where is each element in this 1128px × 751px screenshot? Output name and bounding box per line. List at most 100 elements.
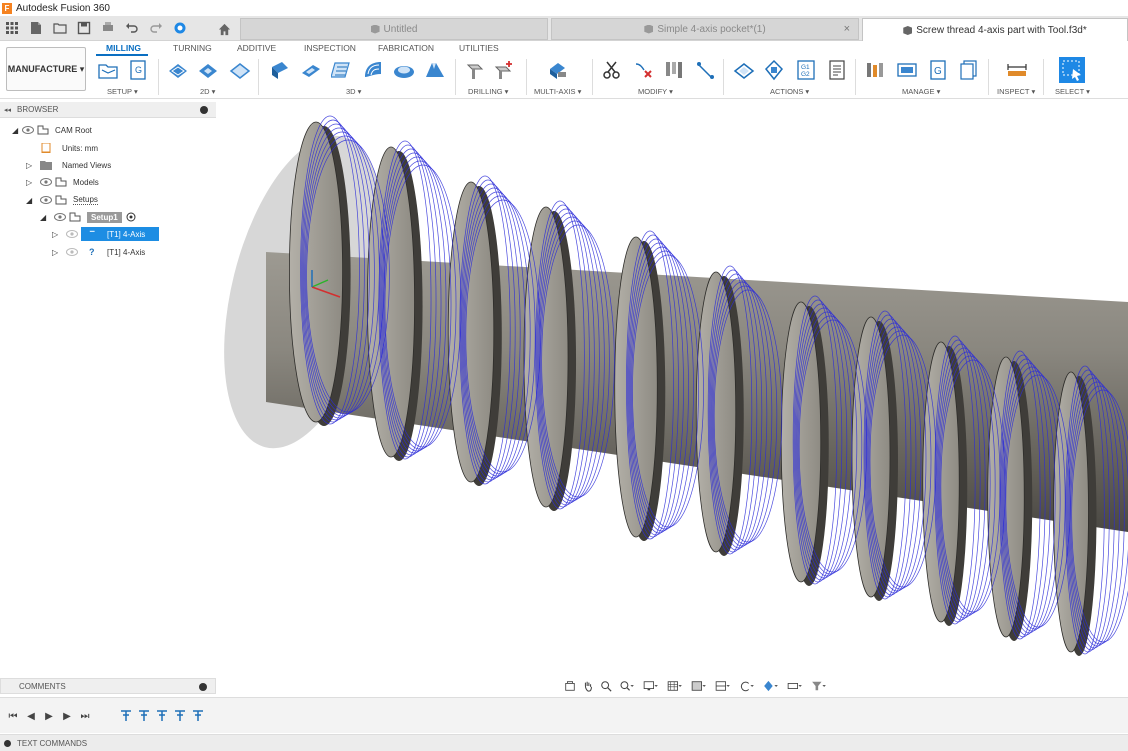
tab-additive[interactable]: ADDITIVE — [237, 43, 276, 53]
save-icon[interactable] — [72, 16, 96, 40]
tree-item-cam-root[interactable]: ◢ CAM Root — [12, 123, 92, 137]
redo-icon[interactable] — [144, 16, 168, 40]
tab-untitled[interactable]: Untitled — [240, 18, 548, 40]
timeline-operation-icon[interactable] — [120, 709, 132, 723]
environment-icon[interactable] — [784, 678, 806, 694]
tool-library-manage-icon[interactable] — [864, 58, 888, 82]
group-label-select[interactable]: SELECT ▾ — [1055, 87, 1090, 96]
orbit-center-icon[interactable] — [562, 678, 578, 694]
expand-triangle-icon[interactable]: ◢ — [26, 196, 36, 205]
tab-screw-thread[interactable]: Screw thread 4-axis part with Tool.f3d* — [862, 18, 1128, 42]
group-label-multi-axis[interactable]: MULTI-AXIS ▾ — [534, 87, 581, 96]
tab-fabrication[interactable]: FABRICATION — [378, 43, 434, 53]
screw-part-with-toolpath[interactable] — [216, 102, 1128, 672]
tree-item-units[interactable]: Units: mm — [40, 141, 98, 155]
comments-pin-icon[interactable] — [199, 683, 207, 691]
2d-adaptive-icon[interactable] — [166, 58, 190, 82]
timeline-operation-icon[interactable] — [138, 709, 150, 723]
setup-sheet-icon[interactable] — [825, 58, 849, 82]
group-label-manage[interactable]: MANAGE ▾ — [902, 87, 940, 96]
post-process-icon[interactable]: G1 G2 — [794, 58, 818, 82]
machine-library-icon[interactable] — [895, 58, 919, 82]
tab-milling[interactable]: MILLING — [106, 43, 141, 53]
visibility-eye-icon[interactable] — [22, 126, 34, 134]
close-tab-icon[interactable]: × — [844, 23, 850, 35]
3d-pocket-icon[interactable] — [299, 58, 323, 82]
new-setup-icon[interactable] — [96, 58, 120, 82]
zoom-window-icon[interactable] — [616, 678, 638, 694]
3d-steep-shallow-icon[interactable] — [423, 58, 447, 82]
refresh-view-icon[interactable] — [736, 678, 758, 694]
tab-turning[interactable]: TURNING — [173, 43, 212, 53]
timeline-operation-icon[interactable] — [156, 709, 168, 723]
visibility-eye-icon[interactable] — [66, 248, 78, 256]
visibility-eye-icon[interactable] — [40, 178, 52, 186]
tab-inspection[interactable]: INSPECTION — [304, 43, 356, 53]
2d-pocket-icon[interactable] — [196, 58, 220, 82]
visual-style-icon[interactable] — [688, 678, 710, 694]
group-label-modify[interactable]: MODIFY ▾ — [638, 87, 673, 96]
zoom-icon[interactable] — [598, 678, 614, 694]
drill-icon[interactable] — [463, 58, 487, 82]
simulate-with-machine-icon[interactable] — [762, 58, 786, 82]
group-label-setup[interactable]: SETUP ▾ — [107, 87, 138, 96]
nc-program-icon[interactable]: G — [126, 58, 150, 82]
group-label-inspect[interactable]: INSPECT ▾ — [997, 87, 1035, 96]
active-setup-target-icon[interactable] — [126, 212, 136, 222]
3d-scallop-icon[interactable] — [361, 58, 385, 82]
timeline-go-end-icon[interactable]: ⏭ — [78, 710, 92, 722]
visibility-eye-icon[interactable] — [66, 230, 78, 238]
text-commands-bar[interactable]: TEXT COMMANDS — [0, 734, 1128, 751]
effects-icon[interactable] — [760, 678, 782, 694]
timeline-play-icon[interactable]: ▶ — [42, 710, 56, 722]
filter-icon[interactable] — [808, 678, 830, 694]
timeline-operation-icon[interactable] — [174, 709, 186, 723]
undo-icon[interactable] — [120, 16, 144, 40]
timeline-step-forward-icon[interactable]: ▶ — [60, 710, 74, 722]
delete-toolpath-icon[interactable] — [632, 58, 656, 82]
group-label-3d[interactable]: 3D ▾ — [346, 87, 361, 96]
simulate-icon[interactable] — [732, 58, 756, 82]
pan-hand-icon[interactable] — [580, 678, 596, 694]
home-icon[interactable] — [212, 19, 236, 39]
3d-adaptive-icon[interactable] — [268, 58, 292, 82]
tree-item-models[interactable]: ▷ Models — [26, 175, 99, 189]
3d-parallel-icon[interactable] — [330, 58, 354, 82]
measure-icon[interactable] — [1005, 58, 1029, 82]
workspace-switcher-button[interactable]: MANUFACTURE ▾ — [6, 47, 86, 91]
group-label-2d[interactable]: 2D ▾ — [200, 87, 215, 96]
text-commands-pin-icon[interactable] — [4, 739, 11, 747]
group-label-drilling[interactable]: DRILLING ▾ — [468, 87, 508, 96]
tool-library-icon[interactable] — [662, 58, 686, 82]
timeline-step-back-icon[interactable]: ◀ — [24, 710, 38, 722]
expand-triangle-icon[interactable]: ◢ — [40, 213, 50, 222]
3d-radial-icon[interactable] — [392, 58, 416, 82]
comments-panel[interactable]: COMMENTS — [0, 678, 216, 694]
viewports-icon[interactable] — [712, 678, 734, 694]
grid-settings-icon[interactable] — [664, 678, 686, 694]
tree-item-setups[interactable]: ◢ Setups — [26, 193, 98, 207]
app-grid-icon[interactable] — [0, 16, 24, 40]
visibility-eye-icon[interactable] — [40, 196, 52, 204]
file-menu-icon[interactable] — [24, 16, 48, 40]
hole-recognition-icon[interactable] — [492, 58, 516, 82]
expand-triangle-icon[interactable]: ◢ — [12, 126, 22, 135]
collapse-browser-icon[interactable]: ◂◂ — [4, 106, 11, 114]
sync-status-icon[interactable] — [168, 16, 192, 40]
tab-utilities[interactable]: UTILITIES — [459, 43, 499, 53]
select-icon[interactable] — [1059, 57, 1085, 83]
tree-item-named-views[interactable]: ▷ Named Views — [26, 158, 111, 172]
browser-header[interactable]: ◂◂ BROWSER — [0, 102, 216, 118]
scissors-icon[interactable] — [600, 58, 624, 82]
graphics-viewport[interactable] — [216, 102, 1128, 672]
2d-contour-icon[interactable] — [228, 58, 252, 82]
timeline-operation-icon[interactable] — [192, 709, 204, 723]
group-label-actions[interactable]: ACTIONS ▾ — [770, 87, 809, 96]
browser-pin-icon[interactable] — [200, 106, 208, 114]
expand-triangle-icon[interactable]: ▷ — [52, 248, 62, 257]
multi-axis-icon[interactable] — [545, 58, 569, 82]
open-folder-icon[interactable] — [48, 16, 72, 40]
timeline-go-start-icon[interactable]: ⏮ — [6, 710, 20, 722]
tab-simple-4-axis-pocket[interactable]: Simple 4-axis pocket*(1) × — [551, 18, 859, 40]
print-icon[interactable] — [96, 16, 120, 40]
